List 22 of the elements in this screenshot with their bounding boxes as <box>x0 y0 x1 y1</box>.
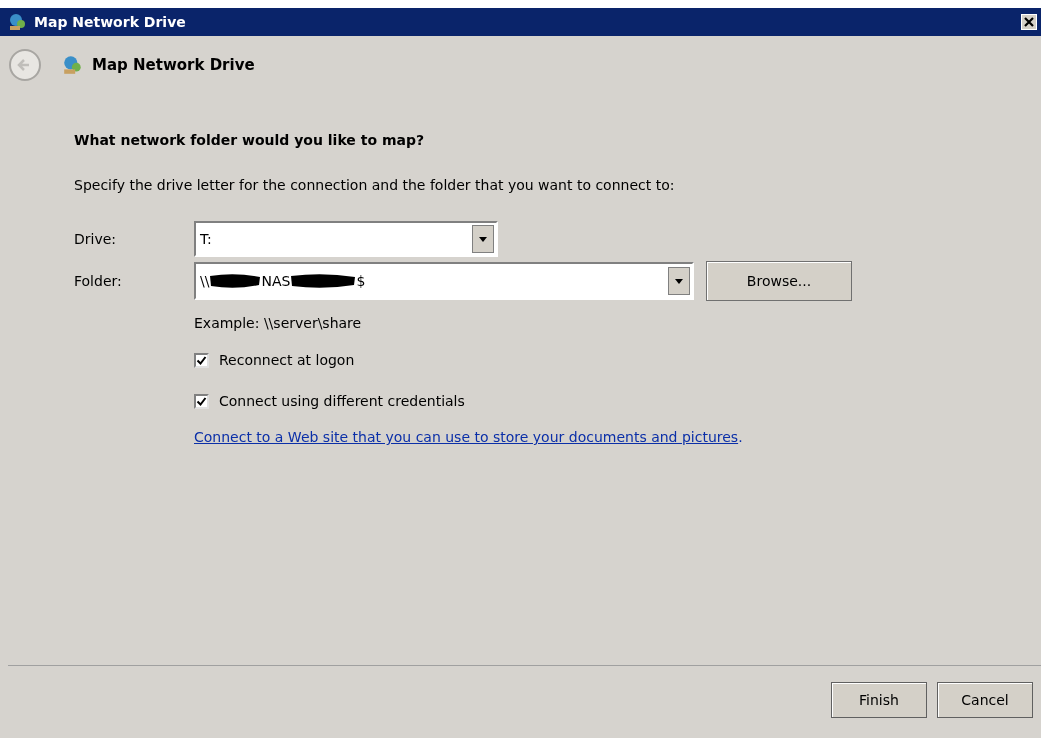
drive-label: Drive: <box>74 229 118 249</box>
folder-path-text: NAS <box>261 271 291 291</box>
checkbox-label[interactable]: Connect using different credentials <box>219 391 465 412</box>
page-heading: What network folder would you like to map? <box>74 131 426 150</box>
checkbox[interactable] <box>194 394 209 409</box>
browse-button[interactable]: Browse... <box>706 261 852 301</box>
link-period: . <box>738 429 743 445</box>
dialog-button[interactable]: Cancel <box>937 682 1033 718</box>
folder-path-text: $ <box>356 271 366 291</box>
instruction-text: Specify the drive letter for the connection and the folder that you want to connect to: <box>74 176 676 195</box>
folder-combobox[interactable]: \\ NAS $ <box>194 262 694 300</box>
folder-path-text: \\ <box>200 271 210 291</box>
close-icon[interactable] <box>1021 14 1037 30</box>
wizard-title: Map Network Drive <box>92 54 255 76</box>
folder-label: Folder: <box>74 271 123 291</box>
window-title: Map Network Drive <box>34 12 186 32</box>
drive-dropdown[interactable]: T: <box>194 221 498 257</box>
example-text: Example: \\server\share <box>194 314 363 333</box>
checkbox-label[interactable]: Reconnect at logon <box>219 350 355 371</box>
checkbox[interactable] <box>194 353 209 368</box>
dialog-button[interactable]: Finish <box>831 682 927 718</box>
web-site-link[interactable]: Connect to a Web site that you can use to store your documents and pictures <box>194 429 739 445</box>
